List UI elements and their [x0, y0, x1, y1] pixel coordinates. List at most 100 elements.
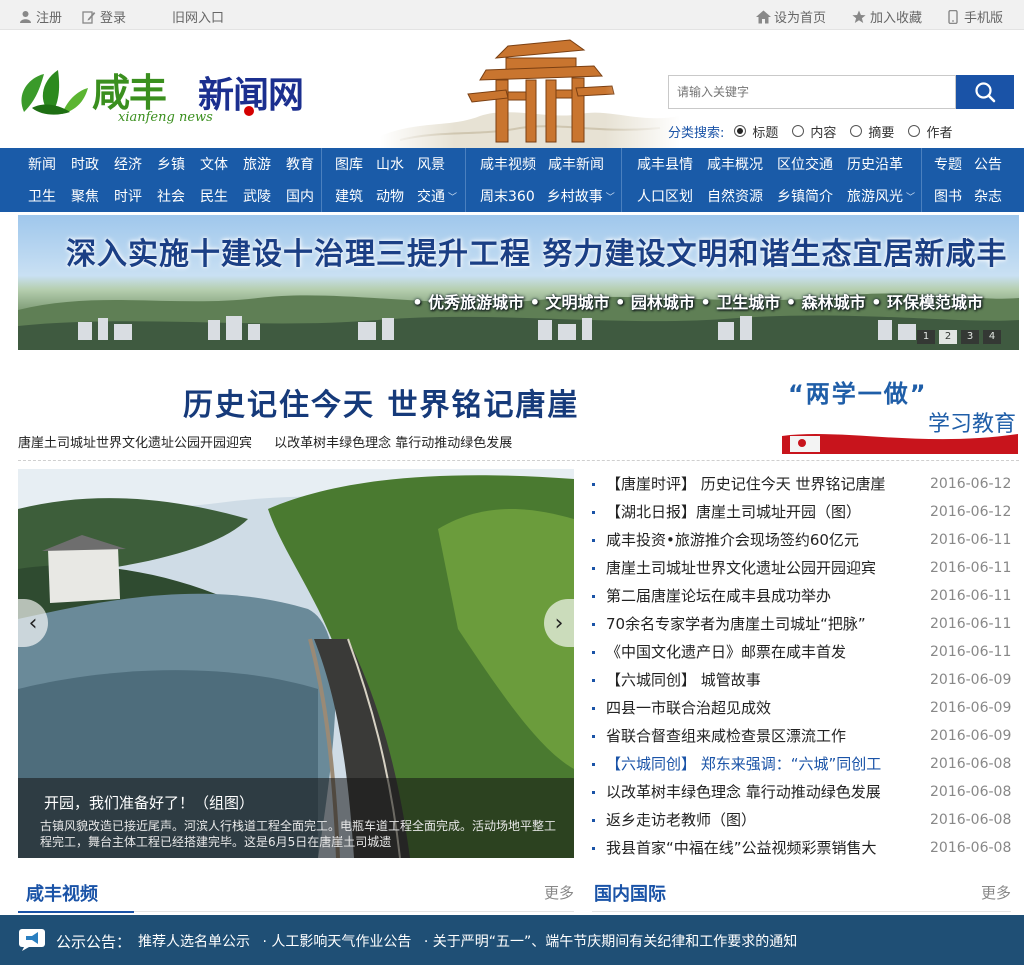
nav-item[interactable]: 建筑	[335, 186, 363, 206]
bullet-icon	[592, 595, 595, 598]
radio-selected-icon	[734, 125, 747, 137]
headline-link[interactable]: 唐崖土司城址世界文化遗址公园开园迎宾	[18, 436, 252, 451]
filter-option-content[interactable]: 内容	[792, 122, 836, 141]
nav-item[interactable]: 自然资源	[707, 186, 763, 206]
nav-item[interactable]: 图书	[934, 186, 962, 206]
nav-item[interactable]: 咸丰新闻	[548, 154, 604, 174]
nav-item[interactable]: 乡村故事 ﹀	[547, 186, 615, 206]
banner-page-3[interactable]: 3	[961, 330, 979, 344]
nav-item[interactable]: 周末360	[480, 186, 535, 206]
filter-option-label: 内容	[810, 125, 837, 141]
nav-item[interactable]: 经济	[114, 154, 142, 174]
slider-caption-title[interactable]: 开园，我们准备好了！（组图）	[44, 792, 254, 813]
news-title-link[interactable]: 四县一市联合治超见成效	[606, 694, 771, 722]
user-icon	[18, 10, 32, 24]
hero-banner[interactable]: 深入实施十建设十治理三提升工程 努力建设文明和谐生态宜居新咸丰 • 优秀旅游城市…	[18, 215, 1019, 350]
more-link[interactable]: 更多	[544, 882, 574, 903]
headline-link[interactable]: 以改革树丰绿色理念 靠行动推动绿色发展	[274, 436, 512, 451]
edit-icon	[82, 10, 96, 24]
filter-option-label: 标题	[752, 125, 779, 141]
photo-slider[interactable]: ‹ › 开园，我们准备好了！（组图） 古镇风貌改造已接近尾声。河滨人行栈道工程全…	[18, 469, 574, 858]
set-home-link[interactable]: 设为首页	[756, 7, 826, 26]
nav-item[interactable]: 教育	[286, 154, 314, 174]
nav-item[interactable]: 咸丰视频	[480, 154, 536, 174]
news-item: 四县一市联合治超见成效 2016-06-09	[592, 694, 1022, 722]
news-title-link[interactable]: 返乡走访老教师（图）	[606, 806, 756, 834]
nav-item[interactable]: 时政	[71, 154, 99, 174]
nav-item[interactable]: 文体	[200, 154, 228, 174]
news-title-link[interactable]: 唐崖土司城址世界文化遗址公园开园迎宾	[606, 554, 876, 582]
register-link[interactable]: 注册	[18, 7, 62, 26]
nav-item[interactable]: 民生	[200, 186, 228, 206]
nav-item[interactable]: 旅游	[243, 154, 271, 174]
nav-item[interactable]: 交通 ﹀	[417, 186, 457, 206]
filter-option-author[interactable]: 作者	[908, 122, 952, 141]
notice-item[interactable]: 推荐人选名单公示	[138, 934, 250, 950]
site-logo[interactable]: 咸丰 新闻网 xianfeng news	[18, 62, 318, 126]
news-title-link[interactable]: 【六城同创】 城管故事	[606, 666, 761, 694]
news-date: 2016-06-09	[930, 672, 1012, 688]
banner-title: 深入实施十建设十治理三提升工程 努力建设文明和谐生态宜居新咸丰	[66, 237, 1008, 272]
search-button[interactable]	[956, 75, 1014, 109]
nav-item[interactable]: 旅游风光 ﹀	[847, 186, 915, 206]
filter-option-title[interactable]: 标题	[734, 122, 778, 141]
nav-item[interactable]: 人口区划	[637, 186, 693, 206]
nav-item[interactable]: 乡镇	[157, 154, 185, 174]
mobile-link[interactable]: 手机版	[946, 7, 1003, 26]
nav-item[interactable]: 专题	[934, 154, 962, 174]
section-title[interactable]: 国内国际	[594, 880, 666, 906]
login-link[interactable]: 登录	[82, 7, 126, 26]
old-site-link[interactable]: 旧网入口	[172, 7, 224, 26]
banner-page-1[interactable]: 1	[917, 330, 935, 344]
banner-page-2[interactable]: 2	[939, 330, 957, 344]
favorite-link[interactable]: 加入收藏	[852, 7, 922, 26]
news-title-link[interactable]: 以改革树丰绿色理念 靠行动推动绿色发展	[606, 778, 881, 806]
news-title-link[interactable]: 【六城同创】 郑东来强调：“六城”同创工	[606, 750, 881, 778]
nav-item[interactable]: 卫生	[28, 186, 56, 206]
bullet-icon	[592, 763, 595, 766]
chevron-down-icon: ﹀	[605, 192, 615, 203]
news-title-link[interactable]: 我县首家“中福在线”公益视频彩票销售大	[606, 834, 877, 862]
notice-label: 公示公告：	[56, 933, 132, 951]
nav-item[interactable]: 乡镇简介	[777, 186, 833, 206]
section-header-video: 咸丰视频 更多	[18, 874, 574, 913]
news-title-link[interactable]: 【唐崖时评】 历史记住今天 世界铭记唐崖	[606, 470, 886, 498]
news-title-link[interactable]: 咸丰投资•旅游推介会现场签约60亿元	[606, 526, 859, 554]
nav-item[interactable]: 社会	[157, 186, 185, 206]
nav-item-label: 交通	[417, 189, 445, 205]
notice-item[interactable]: · 人工影响天气作业公告	[262, 934, 411, 950]
nav-item[interactable]: 动物	[376, 186, 404, 206]
nav-item[interactable]: 国内	[286, 186, 314, 206]
news-date: 2016-06-11	[930, 560, 1012, 576]
nav-item[interactable]: 杂志	[974, 186, 1002, 206]
nav-item-label: 旅游风光	[847, 189, 903, 205]
search-input[interactable]	[668, 75, 956, 109]
nav-item[interactable]: 区位交通	[777, 154, 833, 174]
more-link[interactable]: 更多	[981, 882, 1011, 903]
nav-item[interactable]: 新闻	[28, 154, 56, 174]
nav-item[interactable]: 聚焦	[71, 186, 99, 206]
news-title-link[interactable]: 《中国文化遗产日》邮票在咸丰首发	[606, 638, 846, 666]
section-underline	[18, 911, 134, 913]
notice-item[interactable]: · 关于严明“五一”、端午节庆期间有关纪律和工作要求的通知	[424, 934, 797, 950]
nav-item[interactable]: 图库	[335, 154, 363, 174]
nav-item[interactable]: 公告	[974, 154, 1002, 174]
headline-title[interactable]: 历史记住今天 世界铭记唐崖	[183, 380, 579, 424]
archway-illustration	[380, 36, 680, 148]
news-list: 【唐崖时评】 历史记住今天 世界铭记唐崖 2016-06-12 【湖北日报】唐崖土司…	[592, 470, 1022, 862]
nav-item[interactable]: 历史沿革	[847, 154, 903, 174]
nav-item[interactable]: 咸丰概况	[707, 154, 763, 174]
filter-option-summary[interactable]: 摘要	[850, 122, 894, 141]
news-title-link[interactable]: 第二届唐崖论坛在咸丰县成功举办	[606, 582, 831, 610]
section-title[interactable]: 咸丰视频	[26, 880, 98, 906]
nav-item[interactable]: 咸丰县情	[637, 154, 693, 174]
news-title-link[interactable]: 【湖北日报】唐崖土司城址开园（图）	[606, 498, 861, 526]
news-title-link[interactable]: 70余名专家学者为唐崖土司城址“把脉”	[606, 610, 866, 638]
nav-item[interactable]: 武陵	[243, 186, 271, 206]
nav-item[interactable]: 时评	[114, 186, 142, 206]
two-studies-promo[interactable]: “两学一做” 学习教育	[782, 372, 1018, 454]
nav-item[interactable]: 山水	[376, 154, 404, 174]
nav-item[interactable]: 风景	[417, 154, 445, 174]
banner-page-4[interactable]: 4	[983, 330, 1001, 344]
news-title-link[interactable]: 省联合督查组来咸检查景区漂流工作	[606, 722, 846, 750]
